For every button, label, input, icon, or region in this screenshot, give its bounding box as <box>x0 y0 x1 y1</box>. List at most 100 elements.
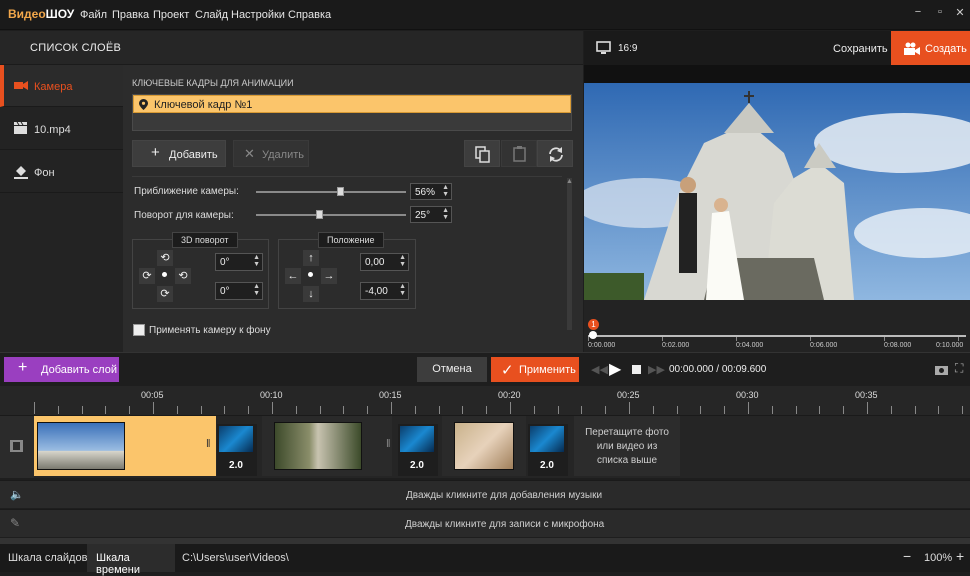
arrow-down-icon[interactable]: ↓ <box>303 286 319 302</box>
video-preview <box>584 83 970 300</box>
checkmark-icon: ✓ <box>501 362 514 379</box>
spin-arrows-icon[interactable]: ▲ ▼ <box>399 254 406 268</box>
cancel-button[interactable]: Отмена <box>417 357 487 382</box>
church-wedding-image <box>584 83 970 300</box>
ruler-tick <box>486 406 488 414</box>
create-button[interactable]: Создать <box>891 31 970 65</box>
zoom-slider-track[interactable] <box>256 191 406 193</box>
rotate-up-icon[interactable]: ⟲ <box>157 250 173 266</box>
layer-item-video[interactable]: 10.mp4 <box>0 108 123 150</box>
apply-bg-checkbox[interactable] <box>133 324 145 336</box>
save-button[interactable]: Сохранить <box>833 43 888 55</box>
rotate-stepper[interactable]: 25° ▲ ▼ <box>410 206 452 223</box>
zoom-in-button[interactable]: + <box>956 548 964 564</box>
rotation-y-stepper[interactable]: 0° ▲ ▼ <box>215 282 263 300</box>
stop-icon[interactable] <box>632 365 641 374</box>
ruler-tick <box>367 406 369 414</box>
drag-handle-icon[interactable]: ‖ <box>206 438 211 450</box>
ruler-tick <box>200 406 202 414</box>
layer-item-background[interactable]: Фон <box>0 151 123 193</box>
rotate-slider-track[interactable] <box>256 214 406 216</box>
zoom-stepper[interactable]: 56% ▲ ▼ <box>410 183 452 200</box>
drop-zone[interactable]: Перетащите фото или видео из списка выше <box>574 416 680 476</box>
keyframe-marker[interactable]: 1 <box>588 319 599 330</box>
ruler-tick <box>890 406 892 414</box>
ruler-tick <box>795 406 797 414</box>
apply-button[interactable]: ✓ Применить <box>491 357 579 382</box>
ruler-tick <box>272 402 273 414</box>
zoom-slider-thumb[interactable] <box>337 187 344 196</box>
prev-frame-icon[interactable]: ◀◀ <box>591 363 608 376</box>
slide-1-selected[interactable]: ‖ <box>34 416 216 476</box>
snapshot-icon[interactable] <box>935 364 948 375</box>
transition-thumbnail <box>530 426 564 452</box>
slide-3[interactable] <box>442 416 526 476</box>
timeline-ruler[interactable]: 00:05 00:10 00:15 00:20 00:25 00:30 00:35 <box>0 386 970 416</box>
keyframe-item[interactable]: Ключевой кадр №1 <box>133 95 571 113</box>
arrow-right-icon[interactable]: → <box>321 268 337 284</box>
position-y-stepper[interactable]: -4,00 ▲ ▼ <box>360 282 409 300</box>
spin-arrows-icon[interactable]: ▲ ▼ <box>399 283 406 297</box>
spin-arrows-icon[interactable]: ▲ ▼ <box>442 184 449 198</box>
rotation3d-title: 3D поворот <box>172 232 238 248</box>
preview-tick-label: 0:06.000 <box>810 342 838 349</box>
spin-arrows-icon[interactable]: ▲ ▼ <box>253 283 260 297</box>
aspect-ratio[interactable]: 16:9 <box>618 43 637 54</box>
menu-project[interactable]: Проект <box>153 9 189 21</box>
transition-2[interactable]: 2.0 <box>398 424 438 476</box>
zoom-label: Приближение камеры: <box>134 186 239 197</box>
tab-timeline[interactable]: Шкала времени <box>87 544 175 576</box>
layer-item-camera[interactable]: Камера <box>0 65 123 107</box>
menu-file[interactable]: Файл <box>80 9 107 21</box>
preview-tick-label: 0:08.000 <box>884 342 912 349</box>
menu-help[interactable]: Справка <box>288 9 331 21</box>
transition-3[interactable]: 2.0 <box>528 424 568 476</box>
menu-slide[interactable]: Слайд <box>195 9 228 21</box>
menu-edit[interactable]: Правка <box>112 9 149 21</box>
scroll-up-icon[interactable]: ▲ <box>566 178 573 185</box>
add-keyframe-button[interactable]: + Добавить <box>132 140 226 167</box>
camera-icon <box>904 42 920 55</box>
fullscreen-icon[interactable]: ⛶ <box>955 361 963 376</box>
transition-1[interactable]: 2.0 <box>217 424 257 476</box>
rotate-slider-thumb[interactable] <box>316 210 323 219</box>
position-x-stepper[interactable]: 0,00 ▲ ▼ <box>360 253 409 271</box>
rotation-x-stepper[interactable]: 0° ▲ ▼ <box>215 253 263 271</box>
menu-settings[interactable]: Настройки <box>231 9 285 21</box>
tab-slides[interactable]: Шкала слайдов <box>8 552 87 564</box>
restore-button[interactable]: ▫ <box>932 6 948 22</box>
preview-letterbox <box>584 65 970 83</box>
close-button[interactable]: ✕ <box>952 6 968 22</box>
slide-2[interactable]: ‖ <box>262 416 392 476</box>
reset-button[interactable] <box>537 140 573 167</box>
ruler-label: 00:25 <box>617 390 640 400</box>
spin-arrows-icon[interactable]: ▲ ▼ <box>253 254 260 268</box>
add-layer-button[interactable]: + Добавить слой <box>4 357 119 382</box>
playhead[interactable] <box>589 331 597 339</box>
delete-keyframe-button[interactable]: ✕ Удалить <box>233 140 309 167</box>
preview-timeline[interactable]: 0:00.000 0:02.000 0:04.000 0:06.000 0:08.000… <box>584 300 970 352</box>
arrow-left-icon[interactable]: ← <box>285 268 301 284</box>
mic-track[interactable]: ✎ Дважды кликните для записи с микрофона <box>0 509 970 537</box>
next-frame-icon[interactable]: ▶▶ <box>648 363 665 376</box>
transition-thumbnail <box>219 426 253 452</box>
music-track[interactable]: 🔈 Дважды кликните для добавления музыки <box>0 480 970 508</box>
scrollbar[interactable] <box>567 178 572 330</box>
spin-arrows-icon[interactable]: ▲ ▼ <box>442 207 449 221</box>
play-icon[interactable]: ▶ <box>609 359 621 379</box>
rotate-down-icon[interactable]: ⟳ <box>157 286 173 302</box>
paint-bucket-icon <box>14 166 28 179</box>
paste-button[interactable] <box>501 140 537 167</box>
zoom-out-button[interactable]: − <box>903 548 911 564</box>
drag-handle-icon[interactable]: ‖ <box>386 438 391 450</box>
ruler-label: 00:15 <box>379 390 402 400</box>
minimize-button[interactable]: − <box>910 6 926 22</box>
rotate-right-icon[interactable]: ⟲ <box>175 268 191 284</box>
ruler-tick <box>557 406 559 414</box>
arrow-up-icon[interactable]: ↑ <box>303 250 319 266</box>
track-header <box>0 416 34 478</box>
monitor-icon[interactable] <box>596 41 611 55</box>
copy-button[interactable] <box>464 140 500 167</box>
ruler-tick <box>819 406 821 414</box>
rotate-left-icon[interactable]: ⟳ <box>139 268 155 284</box>
